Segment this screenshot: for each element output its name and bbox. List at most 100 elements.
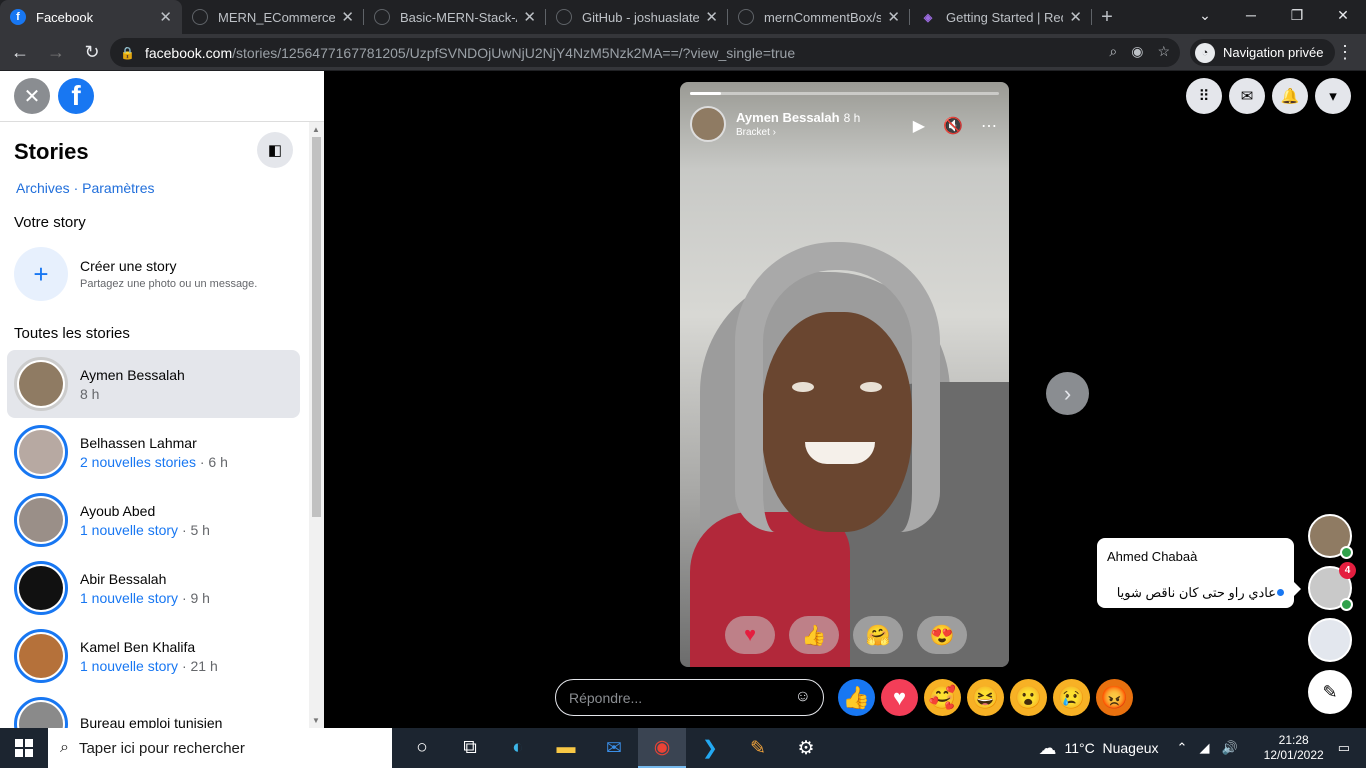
lock-icon[interactable]: 🔒 bbox=[120, 46, 135, 60]
edge-icon[interactable]: ◐ bbox=[494, 728, 542, 768]
back-icon[interactable]: ← bbox=[4, 36, 36, 68]
close-tab-icon[interactable]: ✕ bbox=[705, 8, 718, 26]
close-tab-icon[interactable]: ✕ bbox=[1069, 8, 1082, 26]
messenger-icon[interactable]: ✉ bbox=[1229, 78, 1265, 114]
bookmark-star-icon[interactable]: ☆ bbox=[1157, 43, 1170, 60]
account-chevron-down-icon[interactable]: ▾ bbox=[1315, 78, 1351, 114]
story-ring bbox=[14, 357, 68, 411]
mail-icon[interactable]: ✉ bbox=[590, 728, 638, 768]
close-tab-icon[interactable]: ✕ bbox=[341, 8, 354, 26]
close-window-button[interactable]: ✕ bbox=[1320, 0, 1366, 30]
tab-title: Getting Started | Redu bbox=[946, 9, 1064, 25]
clock[interactable]: 21:28 12/01/2022 bbox=[1264, 733, 1324, 763]
tab-4[interactable]: mernCommentBox/src ✕ bbox=[728, 0, 910, 34]
tab-2[interactable]: Basic-MERN-Stack-Ap ✕ bbox=[364, 0, 546, 34]
tracking-icon[interactable]: ◉ bbox=[1131, 43, 1143, 60]
search-placeholder: Taper ici pour rechercher bbox=[78, 739, 245, 757]
settings-icon[interactable]: ◧ bbox=[257, 132, 293, 168]
sidebar-scrollbar[interactable]: ▲ ▼ bbox=[309, 122, 324, 728]
private-mode-badge[interactable]: ◔ Navigation privée bbox=[1190, 39, 1336, 66]
settings-gear-icon[interactable]: ⚙ bbox=[782, 728, 830, 768]
story-item[interactable]: Abir Bessalah 1 nouvelle story · 9 h bbox=[7, 554, 300, 622]
taskbar-search[interactable]: ⌕ Taper ici pour rechercher bbox=[48, 728, 392, 768]
reaction-button[interactable]: 🥰 bbox=[924, 679, 961, 716]
close-tab-icon[interactable]: ✕ bbox=[887, 8, 900, 26]
reply-input[interactable]: Répondre... ☺ bbox=[555, 679, 824, 716]
paint-icon[interactable]: ✎ bbox=[734, 728, 782, 768]
tab-5[interactable]: ◈ Getting Started | Redu ✕ bbox=[910, 0, 1092, 34]
scrollbar-thumb[interactable] bbox=[312, 137, 321, 517]
chrome-icon[interactable]: ◉ bbox=[638, 728, 686, 768]
notifications-bell-icon[interactable]: 🔔 bbox=[1272, 78, 1308, 114]
close-tab-icon[interactable]: ✕ bbox=[523, 8, 536, 26]
play-icon[interactable]: ▶ bbox=[913, 116, 925, 136]
reaction-button[interactable]: 😢 bbox=[1053, 679, 1090, 716]
zoom-icon[interactable]: ⌕ bbox=[1109, 43, 1117, 60]
facebook-logo-icon[interactable]: f bbox=[58, 78, 94, 114]
minimize-button[interactable]: ─ bbox=[1228, 0, 1274, 30]
reload-icon[interactable]: ↻ bbox=[76, 36, 108, 68]
story-author[interactable]: Aymen Bessalah bbox=[736, 110, 840, 125]
url-field[interactable]: 🔒 facebook.com/stories/1256477167781205/… bbox=[110, 38, 1180, 67]
scroll-down-icon[interactable]: ▼ bbox=[312, 716, 320, 725]
new-message-button[interactable]: ✎ bbox=[1308, 670, 1352, 714]
story-item[interactable]: Belhassen Lahmar 2 nouvelles stories · 6 … bbox=[7, 418, 300, 486]
archives-link[interactable]: Archives bbox=[16, 180, 70, 196]
scroll-up-icon[interactable]: ▲ bbox=[312, 125, 320, 134]
story-viewer[interactable]: Aymen Bessalah 8 h Bracket › ▶ 🔇 ⋯ ♥ 👍 🤗 😍 bbox=[680, 82, 1009, 667]
task-view-icon[interactable]: ⧉ bbox=[446, 728, 494, 768]
chevron-up-icon[interactable]: ⌃ bbox=[1177, 740, 1188, 756]
tab-0[interactable]: f Facebook ✕ bbox=[0, 0, 182, 34]
volume-icon[interactable]: 🔊 bbox=[1221, 740, 1237, 756]
close-tab-icon[interactable]: ✕ bbox=[159, 8, 172, 26]
settings-link[interactable]: Paramètres bbox=[82, 180, 154, 196]
chat-preview[interactable]: Ahmed Chabaà عادي راو حتى كان ناقص شويا bbox=[1097, 538, 1301, 608]
close-icon[interactable]: ✕ bbox=[14, 78, 50, 114]
story-item[interactable]: Ayoub Abed 1 nouvelle story · 5 h bbox=[7, 486, 300, 554]
chat-head[interactable]: 4 bbox=[1308, 562, 1356, 611]
forward-icon[interactable]: → bbox=[40, 36, 72, 68]
system-tray: ☁ 11°C Nuageux ⌃ ◢ 🔊 21:28 12/01/2022 ▭ bbox=[1038, 728, 1366, 768]
story-meta: 2 nouvelles stories · 6 h bbox=[80, 454, 228, 470]
wifi-icon[interactable]: ◢ bbox=[1199, 740, 1209, 756]
more-icon[interactable]: ⋯ bbox=[981, 116, 997, 136]
avatar bbox=[19, 430, 63, 474]
story-item[interactable]: Bureau emploi tunisien bbox=[7, 690, 300, 728]
quick-reaction-button[interactable]: 🤗 bbox=[853, 616, 903, 654]
reaction-button[interactable]: 😡 bbox=[1096, 679, 1133, 716]
quick-reaction-button[interactable]: 👍 bbox=[789, 616, 839, 654]
menu-icon[interactable]: ⋮ bbox=[1336, 42, 1354, 63]
new-tab-button[interactable]: + bbox=[1092, 0, 1122, 34]
file-explorer-icon[interactable]: ▬ bbox=[542, 728, 590, 768]
all-stories-heading: Toutes les stories bbox=[14, 325, 130, 342]
next-story-button[interactable]: › bbox=[1046, 372, 1089, 415]
weather-widget[interactable]: ☁ 11°C Nuageux bbox=[1038, 738, 1158, 759]
create-story-subtitle: Partagez une photo ou un message. bbox=[80, 278, 258, 290]
story-ring bbox=[14, 629, 68, 683]
tab-search-icon[interactable]: ⌄ bbox=[1182, 0, 1228, 30]
vscode-icon[interactable]: ❯ bbox=[686, 728, 734, 768]
tab-title: GitHub - joshuaslate/r bbox=[582, 9, 700, 25]
story-subtitle[interactable]: Bracket bbox=[736, 127, 770, 138]
tab-1[interactable]: MERN_ECommerce_Ap ✕ bbox=[182, 0, 364, 34]
sticker-icon[interactable]: ☺ bbox=[795, 688, 811, 706]
chat-head[interactable] bbox=[1308, 514, 1353, 559]
quick-reaction-button[interactable]: ♥ bbox=[725, 616, 775, 654]
avatar[interactable] bbox=[690, 106, 726, 142]
reaction-button[interactable]: 👍 bbox=[838, 679, 875, 716]
start-button[interactable] bbox=[0, 728, 48, 768]
tab-3[interactable]: GitHub - joshuaslate/r ✕ bbox=[546, 0, 728, 34]
story-item[interactable]: Aymen Bessalah 8 h bbox=[7, 350, 300, 418]
quick-reaction-button[interactable]: 😍 bbox=[917, 616, 967, 654]
story-item[interactable]: Kamel Ben Khalifa 1 nouvelle story · 21 h bbox=[7, 622, 300, 690]
notification-icon[interactable]: ▭ bbox=[1338, 740, 1350, 756]
cortana-icon[interactable]: ○ bbox=[398, 728, 446, 768]
chat-head[interactable] bbox=[1308, 618, 1352, 662]
reaction-button[interactable]: ♥ bbox=[881, 679, 918, 716]
menu-grid-icon[interactable]: ⠿ bbox=[1186, 78, 1222, 114]
restore-button[interactable]: ❐ bbox=[1274, 0, 1320, 30]
mute-icon[interactable]: 🔇 bbox=[943, 116, 963, 136]
create-story-button[interactable]: + Créer une story Partagez une photo ou … bbox=[14, 247, 257, 301]
reaction-button[interactable]: 😮 bbox=[1010, 679, 1047, 716]
reaction-button[interactable]: 😆 bbox=[967, 679, 1004, 716]
